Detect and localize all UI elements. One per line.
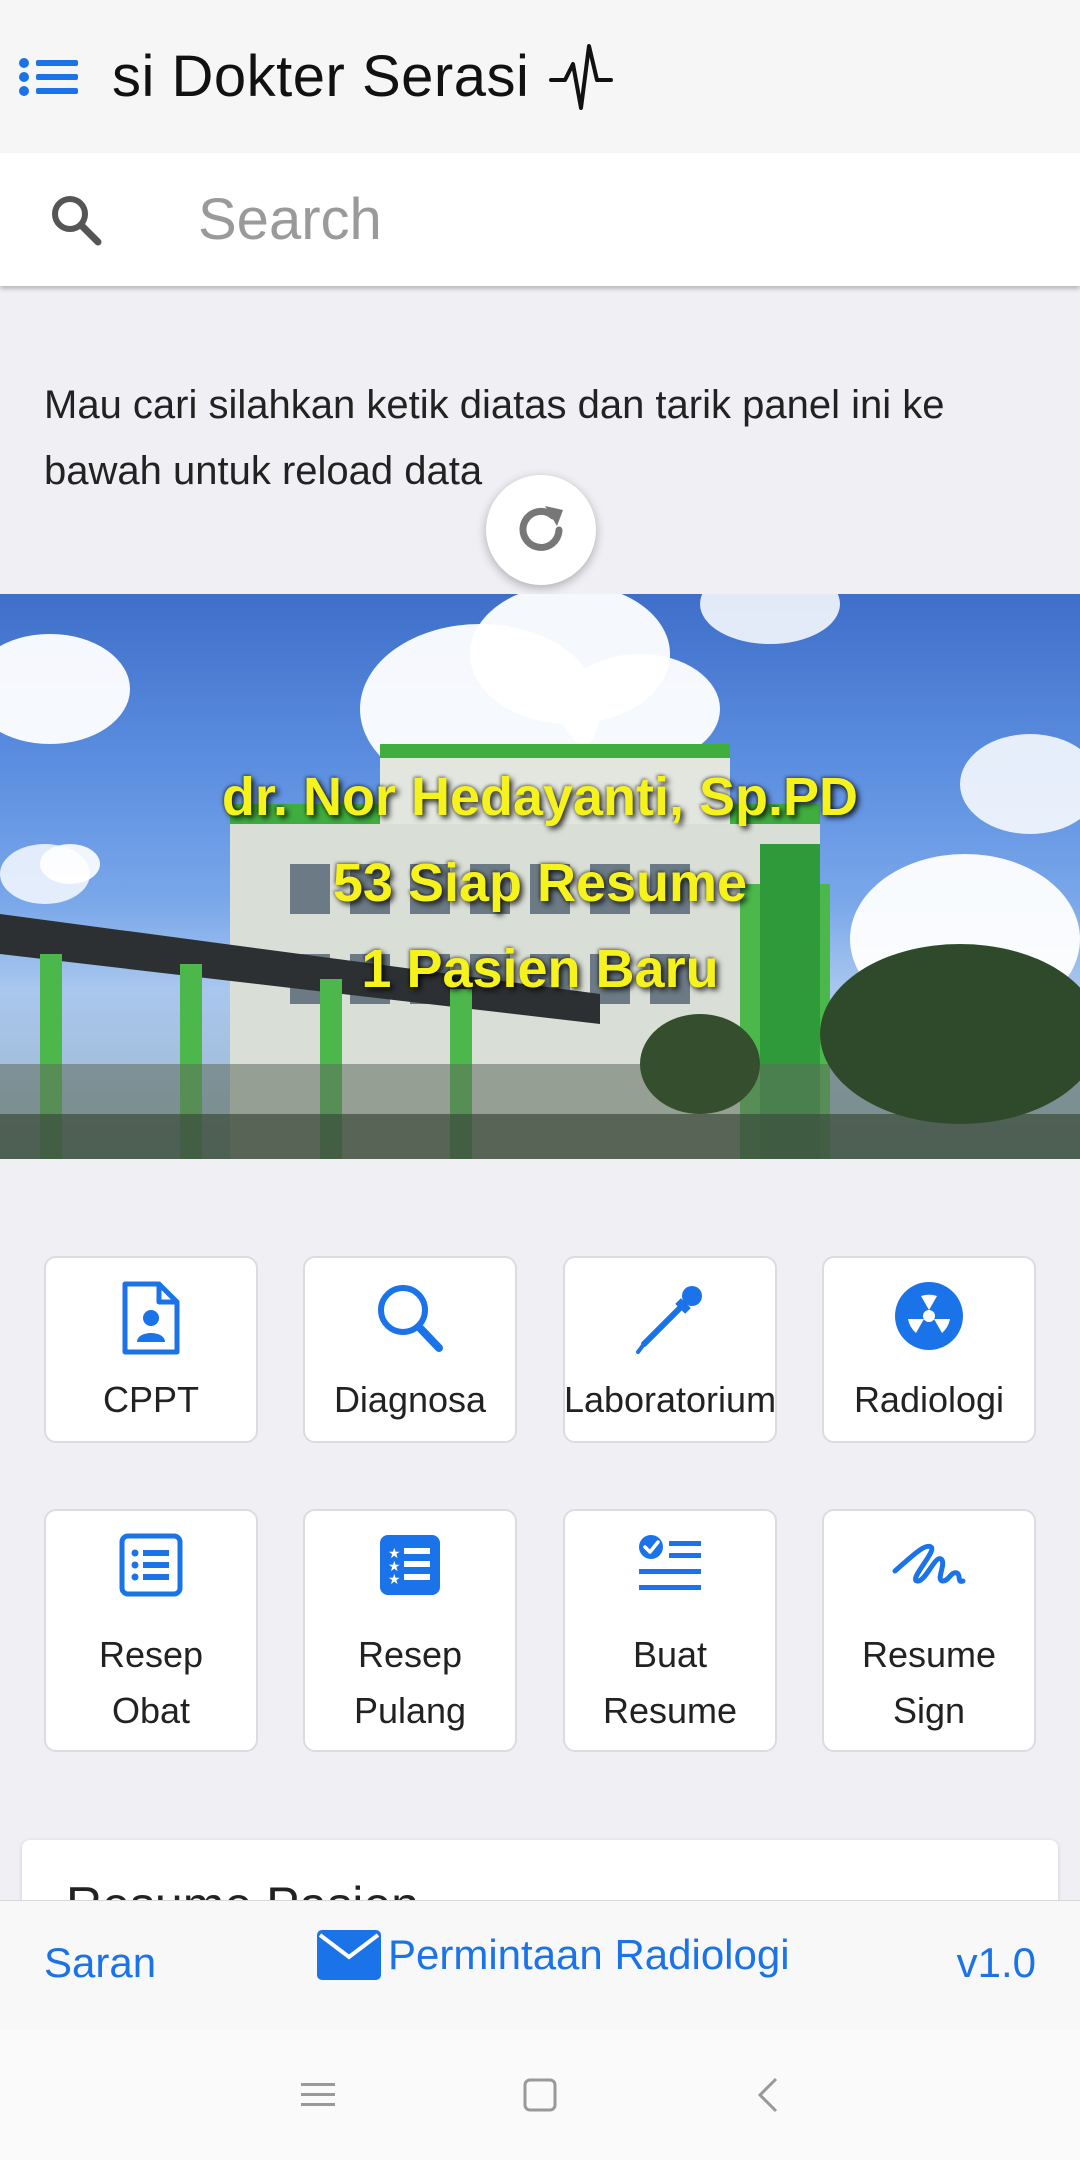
app-title: si Dokter Serasi bbox=[112, 44, 530, 109]
menu-diagnosa-label: Diagnosa bbox=[333, 1379, 487, 1420]
menu-resep-pulang-label-2: Pulang bbox=[353, 1690, 467, 1731]
recent-apps-button[interactable] bbox=[258, 2030, 378, 2160]
doctor-name: dr. Nor Hedayanti, Sp.PD bbox=[221, 767, 859, 827]
menu-resep-obat-label-1: Resep bbox=[98, 1634, 204, 1675]
menu-buat-resume[interactable]: Buat Resume bbox=[563, 1509, 777, 1752]
app-version: v1.0 bbox=[956, 1939, 1036, 1986]
chevron-left-icon bbox=[757, 2077, 778, 2113]
eyedropper-icon bbox=[636, 1286, 702, 1354]
search-bar bbox=[0, 153, 1080, 286]
bottom-toolbar: Saran Permintaan Radiologi v1.0 bbox=[0, 1900, 1080, 2030]
refresh-icon bbox=[519, 506, 563, 551]
saran-link[interactable]: Saran bbox=[44, 1939, 156, 1987]
menu-resep-obat[interactable]: Resep Obat bbox=[44, 1509, 258, 1752]
menu-buat-resume-label-2: Resume bbox=[602, 1690, 738, 1731]
menu-buat-resume-label-1: Buat bbox=[632, 1634, 708, 1675]
hospital-banner: dr. Nor Hedayanti, Sp.PD 53 Siap Resume … bbox=[0, 594, 1080, 1159]
radiologi-request-label: Permintaan Radiologi bbox=[388, 1931, 790, 1978]
prescription-list-icon bbox=[119, 1533, 183, 1597]
checklist-icon bbox=[639, 1535, 701, 1590]
svg-text:★: ★ bbox=[388, 1572, 401, 1588]
menu-cppt-label: CPPT bbox=[102, 1379, 199, 1420]
heartbeat-icon bbox=[549, 43, 614, 110]
list-icon bbox=[19, 57, 78, 96]
signature-icon bbox=[892, 1543, 966, 1584]
menu-resep-pulang[interactable]: ★ ★ ★ Resep Pulang bbox=[303, 1509, 517, 1752]
app-header: si Dokter Serasi bbox=[0, 0, 1080, 153]
menu-radiologi[interactable]: Radiologi bbox=[822, 1256, 1036, 1443]
menu-resume-sign-label-2: Sign bbox=[892, 1690, 966, 1731]
star-list-icon: ★ ★ ★ bbox=[380, 1535, 440, 1595]
mail-icon bbox=[317, 1930, 381, 1980]
magnifier-icon bbox=[378, 1285, 443, 1352]
patient-file-icon bbox=[122, 1281, 180, 1355]
menu-diagnosa[interactable]: Diagnosa bbox=[303, 1256, 517, 1443]
menu-lines-icon bbox=[301, 2083, 335, 2106]
radiologi-request-link[interactable]: Permintaan Radiologi bbox=[316, 1929, 790, 1981]
resume-ready-count: 53 Siap Resume bbox=[332, 853, 748, 913]
square-icon bbox=[523, 2078, 557, 2112]
menu-button[interactable] bbox=[0, 0, 96, 153]
menu-laboratorium[interactable]: Laboratorium bbox=[563, 1256, 777, 1443]
refresh-button[interactable] bbox=[486, 475, 596, 585]
radiation-icon bbox=[895, 1282, 963, 1350]
menu-resume-sign-label-1: Resume bbox=[861, 1634, 997, 1675]
menu-radiologi-label: Radiologi bbox=[853, 1379, 1005, 1420]
menu-resep-obat-label-2: Obat bbox=[111, 1690, 191, 1731]
menu-resep-pulang-label-1: Resep bbox=[357, 1634, 463, 1675]
menu-cppt[interactable]: CPPT bbox=[44, 1256, 258, 1443]
new-patient-count: 1 Pasien Baru bbox=[361, 939, 719, 999]
menu-resume-sign[interactable]: Resume Sign bbox=[822, 1509, 1036, 1752]
back-button[interactable] bbox=[708, 2030, 828, 2160]
system-nav-bar bbox=[0, 2030, 1080, 2160]
menu-laboratorium-label: Laboratorium bbox=[563, 1379, 777, 1420]
home-button[interactable] bbox=[480, 2030, 600, 2160]
search-input[interactable] bbox=[198, 186, 1078, 253]
search-icon bbox=[0, 153, 152, 286]
